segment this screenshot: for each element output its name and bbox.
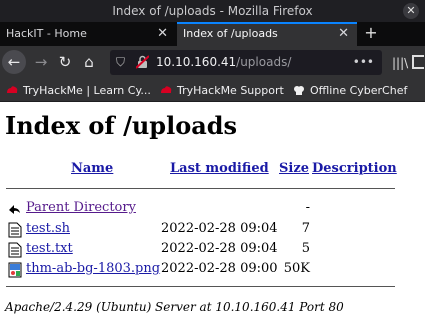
file-size: 50K [283,261,310,276]
file-link[interactable]: test.sh [26,221,70,236]
url-path: /uploads/ [236,55,292,69]
tab-hackit-home[interactable]: HackIT - Home ✕ [0,22,176,46]
navigation-toolbar: ← → ↻ ⌂ ⛉ 10.10.160.41/uploads/ ••• |||\ [0,46,425,79]
tab-index-of-uploads[interactable]: Index of /uploads ✕ [177,22,357,46]
url-host: 10.10.160.41 [156,55,237,69]
tab-label: HackIT - Home [6,27,87,40]
chef-hat-icon [294,86,304,95]
column-size-sort-link[interactable]: Size [279,161,309,176]
home-icon[interactable]: ⌂ [78,51,100,73]
close-window-icon[interactable]: ✕ [403,3,419,19]
column-name-sort-link[interactable]: Name [71,161,113,176]
file-modified: 2022-02-28 09:04 [161,221,278,236]
file-size: 7 [301,221,310,236]
window-title: Index of /uploads - Mozilla Firefox [112,4,313,18]
sidebar-icon[interactable] [412,55,424,69]
bookmark-label: Offline CyberChef [310,84,408,97]
table-row: thm-ab-bg-1803.png 2022-02-28 09:00 50K [8,261,313,279]
back-arrow-folder-icon [9,205,20,214]
window-titlebar: Index of /uploads - Mozilla Firefox ✕ [0,0,425,22]
close-tab-icon[interactable]: ✕ [338,24,349,44]
url-bar[interactable]: ⛉ 10.10.160.41/uploads/ ••• [110,50,382,75]
parent-size: - [305,200,310,215]
reload-icon[interactable]: ↻ [54,51,76,73]
text-file-icon [8,242,22,258]
footer-divider [6,286,395,287]
table-row: test.sh 2022-02-28 09:04 7 [8,221,313,239]
file-link[interactable]: thm-ab-bg-1803.png [26,261,160,276]
bookmark-label: TryHackMe | Learn Cy... [23,84,151,97]
bookmarks-toolbar: TryHackMe | Learn Cy... TryHackMe Suppor… [0,79,425,102]
tryhackme-logo-icon [7,86,18,93]
bookmark-tryhackme-support[interactable]: TryHackMe Support [160,79,284,102]
file-modified: 2022-02-28 09:00 [161,261,278,276]
file-modified: 2022-02-28 09:04 [161,241,278,256]
page-actions-menu-icon[interactable]: ••• [353,50,374,75]
file-size: 5 [301,241,310,256]
server-signature: Apache/2.4.29 (Ubuntu) Server at 10.10.1… [5,300,344,314]
parent-directory-link[interactable]: Parent Directory [26,200,136,215]
insecure-lock-icon[interactable] [136,55,149,69]
table-row: test.txt 2022-02-28 09:04 5 [8,241,313,259]
text-file-icon [8,222,22,238]
bookmark-offline-cyberchef[interactable]: Offline CyberChef [293,79,407,102]
forward-arrow-icon[interactable]: → [30,51,52,73]
tab-strip: HackIT - Home ✕ Index of /uploads ✕ + [0,22,425,46]
bookmark-label: TryHackMe Support [177,84,284,97]
close-tab-icon[interactable]: ✕ [157,22,168,46]
new-tab-plus-icon[interactable]: + [361,22,381,46]
column-description-sort-link[interactable]: Description [312,161,397,176]
page-title: Index of /uploads [5,111,238,140]
file-link[interactable]: test.txt [26,241,73,256]
url-text[interactable]: 10.10.160.41/uploads/ [156,50,291,75]
bookmark-tryhackme-learn[interactable]: TryHackMe | Learn Cy... [6,79,151,102]
library-icon[interactable]: |||\ [392,56,408,70]
page-content: Index of /uploads Name Last modified Siz… [0,103,425,325]
back-arrow-icon[interactable]: ← [2,50,26,74]
image-file-icon [8,262,22,278]
tryhackme-logo-icon [161,86,172,93]
tracking-shield-icon[interactable]: ⛉ [116,54,130,70]
tab-label: Index of /uploads [183,27,278,40]
list-item-parent-directory: Parent Directory - [8,200,310,218]
column-modified-sort-link[interactable]: Last modified [170,161,269,176]
header-divider [6,188,395,189]
